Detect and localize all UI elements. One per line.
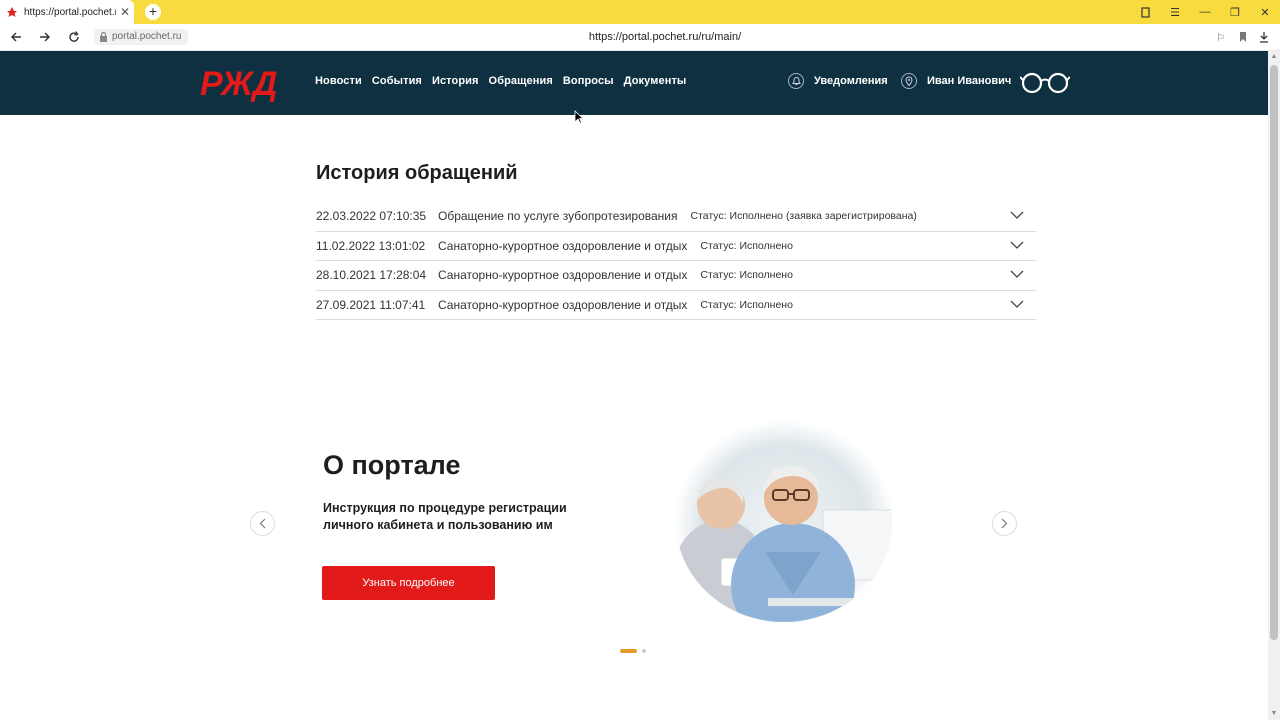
history-row[interactable]: 27.09.2021 11:07:41 Санаторно-курортное … <box>316 291 1036 320</box>
history-status: Статус: Исполнено <box>700 239 793 252</box>
history-service: Санаторно-курортное оздоровление и отдых <box>438 238 688 253</box>
restore-icon[interactable]: ❐ <box>1228 5 1242 19</box>
url-field[interactable]: https://portal.pochet.ru/ru/main/ <box>0 31 1280 43</box>
nav-news[interactable]: Новости <box>315 75 362 87</box>
about-subtitle: Инструкция по процедуре регистрации личн… <box>323 501 567 532</box>
nav-events[interactable]: События <box>372 75 422 87</box>
about-title: О портале <box>323 450 461 480</box>
address-bar: portal.pochet.ru https://portal.pochet.r… <box>0 24 1280 51</box>
minimize-icon[interactable]: — <box>1198 5 1212 19</box>
user-name: Иван Иванович <box>927 75 1012 87</box>
browser-tab-bar: https://portal.pochet.ru ✕ + ☰ — ❐ ✕ <box>0 0 1280 24</box>
translate-icon[interactable]: ⚐ <box>1216 30 1228 48</box>
learn-more-button[interactable]: Узнать подробнее <box>322 566 495 600</box>
close-window-icon[interactable]: ✕ <box>1258 5 1272 19</box>
history-service: Обращение по услуге зубопротезирования <box>438 209 678 224</box>
bell-icon <box>788 73 804 89</box>
new-tab-button[interactable]: + <box>145 4 161 20</box>
history-list: 22.03.2022 07:10:35 Обращение по услуге … <box>316 202 1036 320</box>
address-bar-actions: ⚐ <box>1216 30 1270 48</box>
tab-title: https://portal.pochet.ru <box>24 6 116 18</box>
tab-close-icon[interactable]: ✕ <box>120 6 130 18</box>
accessibility-glasses-icon[interactable] <box>1019 72 1071 99</box>
bookmark-icon[interactable] <box>1238 30 1248 48</box>
chevron-down-icon[interactable] <box>1010 211 1024 220</box>
site-header: РЖД Новости События История Обращения Во… <box>0 51 1268 115</box>
window-controls: ☰ — ❐ ✕ <box>1138 0 1272 24</box>
carousel-next-button[interactable] <box>992 511 1017 536</box>
rzd-logo[interactable]: РЖД <box>199 63 281 108</box>
carousel-dot[interactable] <box>642 649 646 653</box>
bookmarks-icon[interactable] <box>1138 5 1152 19</box>
history-row[interactable]: 28.10.2021 17:28:04 Санаторно-курортное … <box>316 261 1036 291</box>
menu-icon[interactable]: ☰ <box>1168 5 1182 19</box>
history-status: Статус: Исполнено (заявка зарегистрирова… <box>690 210 917 223</box>
nav-history[interactable]: История <box>432 75 479 87</box>
carousel-pagination <box>620 649 646 653</box>
scrollbar-thumb[interactable] <box>1270 65 1278 640</box>
user-profile-link[interactable]: Иван Иванович <box>901 73 1011 89</box>
notifications-link[interactable]: Уведомления <box>788 73 888 89</box>
main-nav: Новости События История Обращения Вопрос… <box>315 75 686 87</box>
page-scrollbar[interactable]: ▲ ▼ <box>1268 51 1280 720</box>
history-date: 28.10.2021 17:28:04 <box>316 268 427 283</box>
history-status: Статус: Исполнено <box>700 298 793 311</box>
elderly-couple-photo <box>673 420 895 625</box>
history-title: История обращений <box>316 162 518 184</box>
scroll-down-icon[interactable]: ▼ <box>1270 710 1278 718</box>
history-date: 11.02.2022 13:01:02 <box>316 238 426 253</box>
carousel-prev-button[interactable] <box>250 511 275 536</box>
svg-text:⚐: ⚐ <box>1216 33 1225 43</box>
chevron-down-icon[interactable] <box>1010 270 1024 279</box>
chevron-down-icon[interactable] <box>1010 241 1024 250</box>
history-status: Статус: Исполнено <box>700 269 793 282</box>
history-date: 27.09.2021 11:07:41 <box>316 297 426 312</box>
notifications-label: Уведомления <box>814 75 888 87</box>
history-row[interactable]: 11.02.2022 13:01:02 Санаторно-курортное … <box>316 232 1036 261</box>
nav-documents[interactable]: Документы <box>624 75 687 87</box>
chevron-down-icon[interactable] <box>1010 300 1024 309</box>
site-favicon-icon <box>6 6 18 18</box>
history-row[interactable]: 22.03.2022 07:10:35 Обращение по услуге … <box>316 202 1036 232</box>
nav-requests[interactable]: Обращения <box>489 75 553 87</box>
chevron-left-icon <box>259 518 266 529</box>
carousel-dot-active[interactable] <box>620 649 637 653</box>
history-service: Санаторно-курортное оздоровление и отдых <box>438 268 688 283</box>
scroll-up-icon[interactable]: ▲ <box>1270 53 1278 61</box>
location-pin-icon <box>901 73 917 89</box>
browser-tab[interactable]: https://portal.pochet.ru ✕ <box>0 0 134 24</box>
chevron-right-icon <box>1001 518 1008 529</box>
history-date: 22.03.2022 07:10:35 <box>316 209 427 224</box>
mouse-cursor-icon <box>574 110 584 124</box>
history-service: Санаторно-курортное оздоровление и отдых <box>438 297 688 312</box>
rzd-logo-icon: РЖД <box>200 65 277 103</box>
svg-text:РЖД: РЖД <box>200 65 277 103</box>
download-icon[interactable] <box>1258 30 1270 48</box>
nav-questions[interactable]: Вопросы <box>563 75 614 87</box>
